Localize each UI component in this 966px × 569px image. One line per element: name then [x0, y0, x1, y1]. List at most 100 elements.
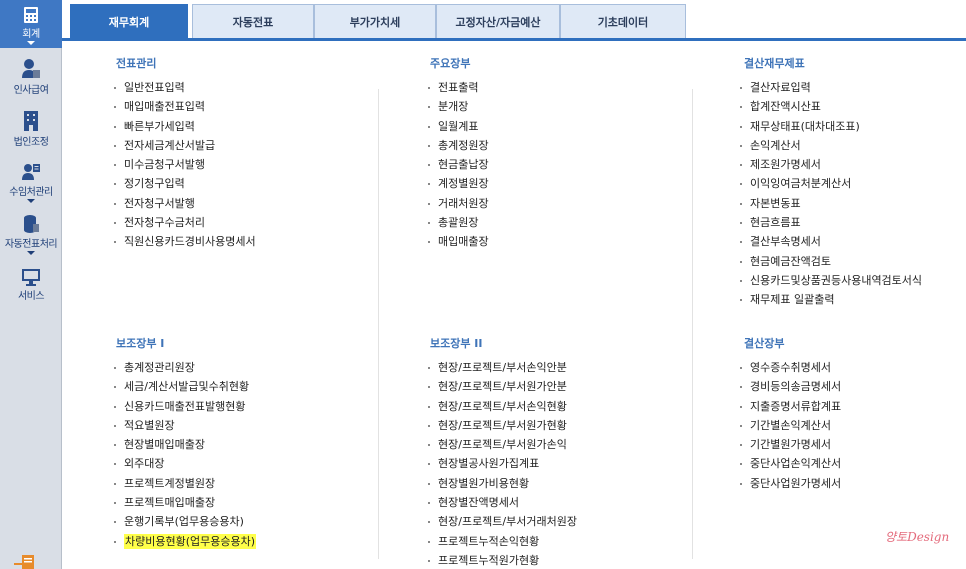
section-title-sub-ledger-1: 보조장부 I — [116, 337, 165, 350]
sidebar-item-accounting[interactable]: 회계 — [0, 6, 62, 45]
section-title-journal: 전표관리 — [116, 57, 157, 70]
list-item[interactable]: 손익계산서 — [738, 136, 922, 155]
list-item[interactable]: 지출증명서류합계표 — [738, 397, 841, 416]
list-item[interactable]: 전자청구서발행 — [112, 194, 256, 213]
tab-financial-accounting[interactable]: 재무회계 — [70, 4, 188, 38]
list-item[interactable]: 세금/계산서발급및수취현황 — [112, 377, 256, 396]
person-card-icon — [22, 164, 40, 180]
list-item[interactable]: 미수금청구서발행 — [112, 155, 256, 174]
menu-content: 전표관리 일반전표입력 매입매출전표입력 빠른부가세입력 전자세금계산서발급 미… — [62, 41, 966, 569]
chevron-down-icon — [27, 199, 35, 203]
section-title-main-ledger: 주요장부 — [430, 57, 471, 70]
list-item[interactable]: 거래처원장 — [426, 194, 489, 213]
sidebar-item-auto-journal[interactable]: 자동전표처리 — [0, 214, 62, 255]
calculator-icon — [24, 7, 38, 23]
list-item[interactable]: 직원신용카드경비사용명세서 — [112, 232, 256, 251]
list-item[interactable]: 총괄원장 — [426, 213, 489, 232]
list-item[interactable]: 현장/프로젝트/부서손익안분 — [426, 358, 577, 377]
list-item[interactable]: 프로젝트누적원가현황 — [426, 551, 577, 569]
chevron-down-icon — [27, 251, 35, 255]
list-item[interactable]: 제조원가명세서 — [738, 155, 922, 174]
list-item[interactable]: 총계정관리원장 — [112, 358, 256, 377]
sub-ledger-1-menu-list: 총계정관리원장 세금/계산서발급및수취현황 신용카드매출전표발행현황 적요별원장… — [112, 358, 257, 551]
monitor-icon — [22, 269, 40, 286]
list-item[interactable]: 재무제표 일괄출력 — [738, 290, 922, 309]
sidebar-item-label: 법인조정 — [13, 137, 49, 148]
list-item[interactable]: 경비등의송금명세서 — [738, 377, 841, 396]
list-item[interactable]: 일반전표입력 — [112, 78, 256, 97]
list-item[interactable]: 정기청구입력 — [112, 174, 256, 193]
list-item[interactable]: 현장별공사원가집계표 — [426, 454, 577, 473]
list-item[interactable]: 신용카드및상품권등사용내역검토서식 — [738, 271, 922, 290]
sidebar-item-label: 인사급여 — [13, 85, 49, 96]
watermark: 양토Design — [885, 530, 950, 544]
left-sidebar: 회계 인사급여 법인조정 수임처관리 자동전표처리 서비스 — [0, 0, 62, 569]
list-item[interactable]: 프로젝트누적손익현황 — [426, 532, 577, 551]
sidebar-item-client-management[interactable]: 수임처관리 — [0, 162, 62, 203]
person-icon — [22, 59, 40, 78]
sidebar-item-payroll[interactable]: 인사급여 — [0, 58, 62, 96]
list-item[interactable]: 현장/프로젝트/부서원가현황 — [426, 416, 577, 435]
sidebar-item-label: 서비스 — [17, 291, 45, 302]
section-title-closing-ledger: 결산장부 — [744, 337, 785, 350]
closing-ledger-menu-list: 영수증수취명세서 경비등의송금명세서 지출증명서류합계표 기간별손익계산서 기간… — [738, 358, 841, 493]
tab-base-data[interactable]: 기초데이터 — [560, 4, 686, 38]
list-item[interactable]: 일월계표 — [426, 117, 489, 136]
list-item[interactable]: 현장/프로젝트/부서원가안분 — [426, 377, 577, 396]
highlighted-item-label: 차량비용현황(업무용승용차) — [124, 533, 257, 549]
list-item[interactable]: 전자세금계산서발급 — [112, 136, 256, 155]
list-item[interactable]: 현장별원가비용현황 — [426, 474, 577, 493]
list-item[interactable]: 중단사업원가명세서 — [738, 474, 841, 493]
list-item[interactable]: 운행기록부(업무용승용차) — [112, 512, 256, 531]
sidebar-item-label: 수임처관리 — [9, 187, 53, 198]
section-title-closing-statements: 결산재무제표 — [744, 57, 805, 70]
list-item[interactable]: 총계정원장 — [426, 136, 489, 155]
list-item[interactable]: 기간별원가명세서 — [738, 435, 841, 454]
list-item[interactable]: 현장/프로젝트/부서손익현황 — [426, 397, 577, 416]
list-item[interactable]: 현금예금잔액검토 — [738, 252, 922, 271]
list-item[interactable]: 현장별잔액명세서 — [426, 493, 577, 512]
list-item[interactable]: 기간별손익계산서 — [738, 416, 841, 435]
list-item[interactable]: 현금출납장 — [426, 155, 489, 174]
highlighted-list-item[interactable]: 차량비용현황(업무용승용차) — [112, 532, 257, 551]
list-item[interactable]: 재무상태표(대차대조표) — [738, 117, 922, 136]
main-ledger-menu-list: 전표출력 분개장 일월계표 총계정원장 현금출납장 계정별원장 거래처원장 총괄… — [426, 78, 489, 252]
sidebar-item-corporate-adjustment[interactable]: 법인조정 — [0, 110, 62, 148]
list-item[interactable]: 중단사업손익계산서 — [738, 454, 841, 473]
sidebar-item-label: 회계 — [22, 29, 40, 40]
sidebar-item-label: 자동전표처리 — [4, 239, 58, 250]
list-item[interactable]: 영수증수취명세서 — [738, 358, 841, 377]
list-item[interactable]: 결산부속명세서 — [738, 232, 922, 251]
list-item[interactable]: 현장/프로젝트/부서원가손익 — [426, 435, 577, 454]
list-item[interactable]: 외주대장 — [112, 454, 256, 473]
list-item[interactable]: 현장/프로젝트/부서거래처원장 — [426, 512, 577, 531]
list-item[interactable]: 프로젝트계정별원장 — [112, 474, 256, 493]
list-item[interactable]: 전자청구수금처리 — [112, 213, 256, 232]
list-item[interactable]: 계정별원장 — [426, 174, 489, 193]
closing-statements-menu-list: 결산자료입력 합계잔액시산표 재무상태표(대차대조표) 손익계산서 제조원가명세… — [738, 78, 922, 310]
tab-auto-journal[interactable]: 자동전표 — [192, 4, 314, 38]
list-item[interactable]: 신용카드매출전표발행현황 — [112, 397, 256, 416]
list-item[interactable]: 현금흐름표 — [738, 213, 922, 232]
column-divider — [378, 89, 379, 559]
list-item[interactable]: 합계잔액시산표 — [738, 97, 922, 116]
document-icon — [14, 555, 34, 569]
sub-ledger-2-menu-list: 현장/프로젝트/부서손익안분 현장/프로젝트/부서원가안분 현장/프로젝트/부서… — [426, 358, 577, 569]
journal-menu-list: 일반전표입력 매입매출전표입력 빠른부가세입력 전자세금계산서발급 미수금청구서… — [112, 78, 256, 252]
list-item[interactable]: 매입매출전표입력 — [112, 97, 256, 116]
list-item[interactable]: 전표출력 — [426, 78, 489, 97]
list-item[interactable]: 자본변동표 — [738, 194, 922, 213]
sidebar-item-service[interactable]: 서비스 — [0, 268, 62, 302]
tab-fixed-assets-budget[interactable]: 고정자산/자금예산 — [436, 4, 560, 38]
database-icon — [24, 215, 39, 233]
list-item[interactable]: 현장별매입매출장 — [112, 435, 256, 454]
list-item[interactable]: 매입매출장 — [426, 232, 489, 251]
list-item[interactable]: 결산자료입력 — [738, 78, 922, 97]
list-item[interactable]: 이익잉여금처분계산서 — [738, 174, 922, 193]
list-item[interactable]: 빠른부가세입력 — [112, 117, 256, 136]
building-icon — [24, 111, 38, 131]
list-item[interactable]: 프로젝트매입매출장 — [112, 493, 256, 512]
list-item[interactable]: 분개장 — [426, 97, 489, 116]
tab-vat[interactable]: 부가가치세 — [314, 4, 436, 38]
list-item[interactable]: 적요별원장 — [112, 416, 256, 435]
